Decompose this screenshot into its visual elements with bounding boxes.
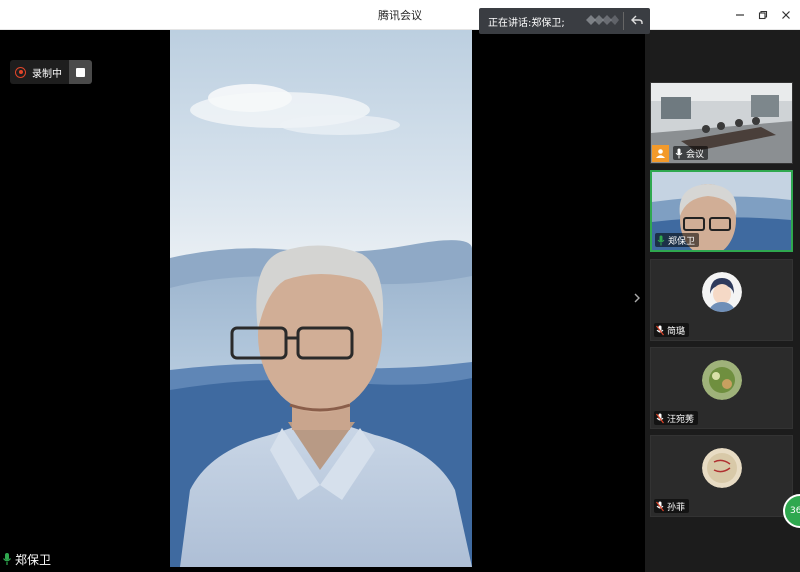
chevron-right-icon [634, 293, 640, 303]
participant-tile-room[interactable]: 会议 [650, 82, 793, 164]
minimize-icon [736, 14, 744, 16]
floating-label: 36 [790, 506, 800, 516]
speaking-name: 郑保卫; [531, 17, 565, 29]
main-video-frame [170, 30, 472, 567]
title-bar: 腾讯会议 [0, 0, 800, 30]
maximize-button[interactable] [754, 6, 772, 24]
mic-off-icon [656, 413, 664, 423]
audio-wave-icon [586, 15, 619, 25]
main-speaker-label: 郑保卫 [2, 551, 51, 567]
tile-name: 孙菲 [667, 502, 686, 513]
host-icon [656, 149, 665, 158]
tile-label: 孙菲 [654, 499, 690, 513]
recording-label: 录制中 [32, 68, 62, 80]
collapse-gallery-button[interactable] [630, 290, 644, 306]
meeting-window: 腾讯会议 正在讲话: 郑保卫; 录制中 郑保卫 会议 郑保卫 简璐 汪宛莠 孙菲… [0, 0, 800, 572]
tile-label: 汪宛莠 [654, 411, 699, 425]
mic-icon [3, 553, 11, 565]
mic-icon [675, 148, 683, 158]
participant-tile-active[interactable]: 郑保卫 [650, 170, 793, 252]
participant-tile-avatar[interactable]: 孙菲 [650, 435, 793, 517]
close-icon [782, 11, 790, 19]
speaking-prefix: 正在讲话: [488, 17, 532, 29]
record-icon [15, 66, 26, 78]
minimize-button[interactable] [731, 6, 749, 24]
stop-icon [76, 67, 85, 77]
tile-label: 会议 [673, 146, 709, 160]
tile-label: 郑保卫 [655, 233, 700, 247]
avatar [701, 360, 742, 400]
avatar [701, 272, 742, 312]
recording-badge[interactable]: 录制中 [10, 60, 69, 84]
tile-name: 会议 [686, 149, 705, 160]
tile-name: 汪宛莠 [667, 414, 695, 425]
stop-recording-button[interactable] [69, 60, 92, 84]
tile-label: 简璐 [654, 323, 690, 337]
speaking-indicator: 正在讲话: 郑保卫; [479, 8, 650, 34]
main-video[interactable] [170, 30, 472, 567]
maximize-icon [758, 10, 768, 20]
tile-name: 郑保卫 [668, 236, 696, 247]
mic-off-icon [656, 325, 664, 335]
avatar [701, 448, 742, 488]
back-button[interactable] [628, 11, 646, 29]
recording-control: 录制中 [10, 60, 92, 84]
main-speaker-name: 郑保卫 [15, 552, 52, 567]
mic-off-icon [656, 501, 664, 511]
back-icon [631, 15, 643, 25]
participant-tile-avatar[interactable]: 简璐 [650, 259, 793, 341]
close-button[interactable] [777, 6, 795, 24]
app-title: 腾讯会议 [378, 9, 422, 22]
participant-tile-avatar[interactable]: 汪宛莠 [650, 347, 793, 429]
tile-name: 简璐 [667, 326, 686, 337]
host-badge [652, 145, 669, 162]
speaking-divider [623, 12, 624, 30]
mic-icon [657, 235, 665, 245]
